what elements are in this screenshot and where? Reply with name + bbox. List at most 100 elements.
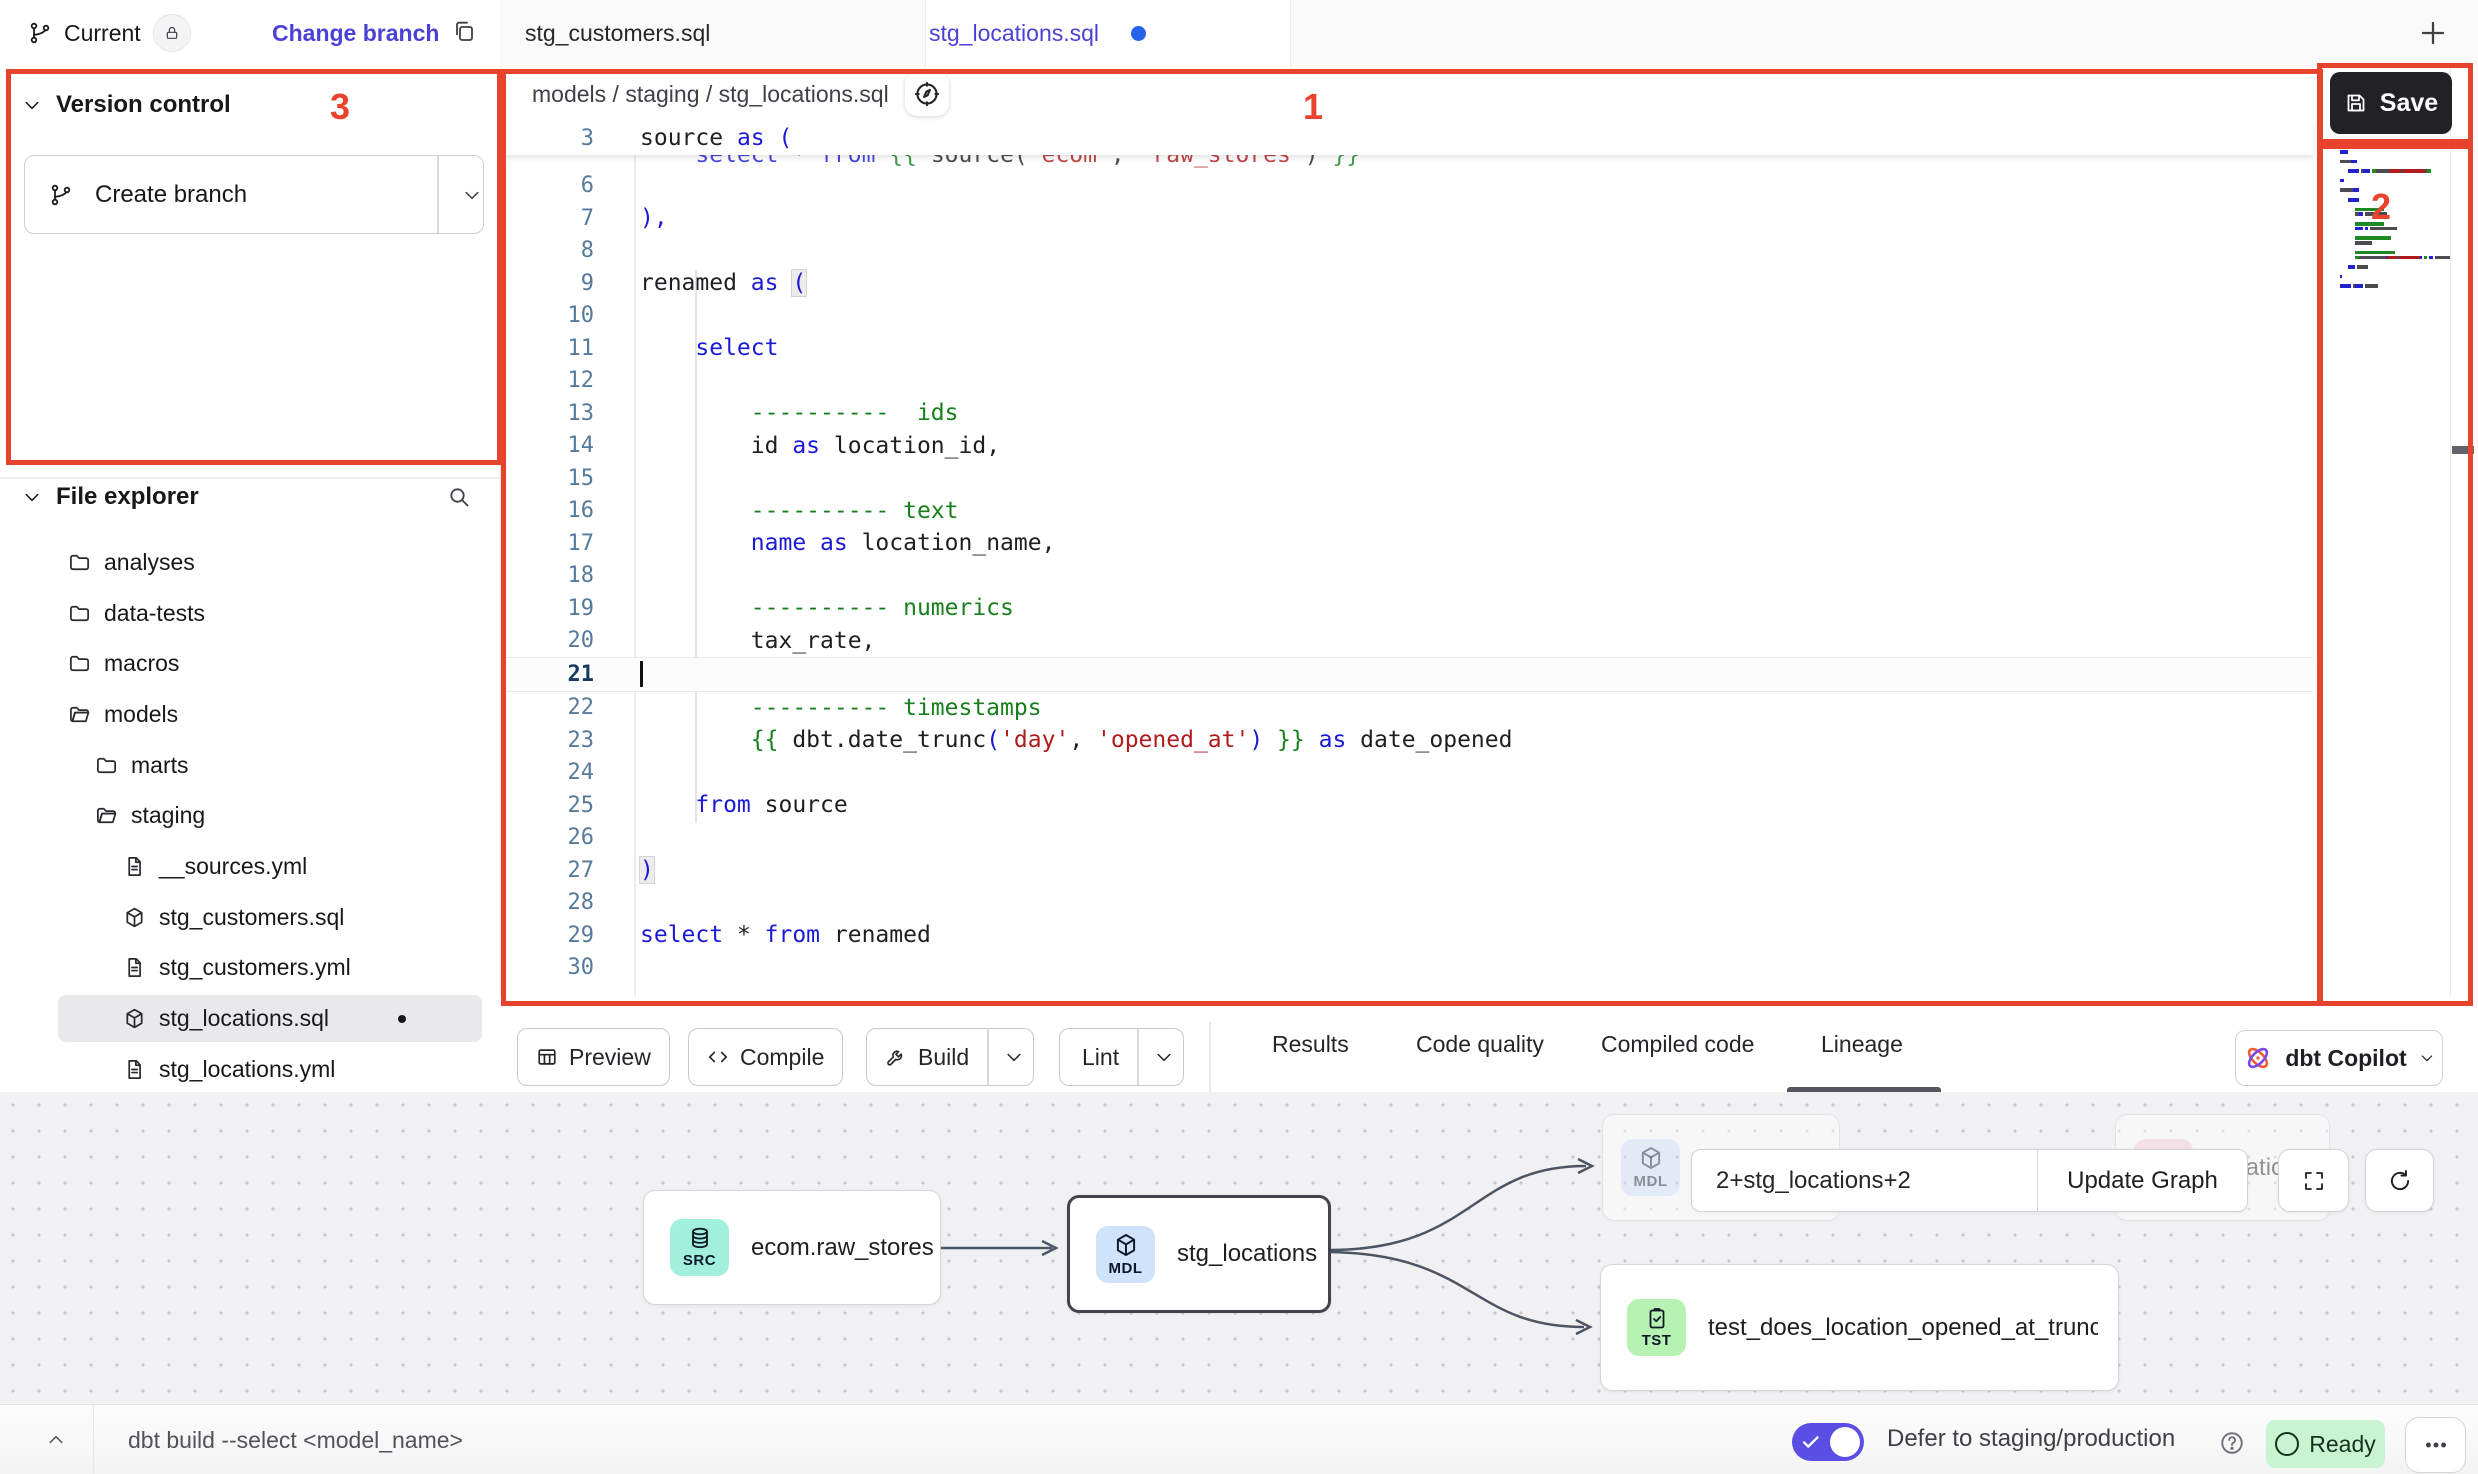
- code-line[interactable]: 20 tax_rate,: [502, 625, 2313, 658]
- lineage-node-stg-locations[interactable]: MDL stg_locations: [1067, 1195, 1331, 1313]
- code-area[interactable]: 3source as ( select * from {{ source('ec…: [502, 122, 2313, 996]
- code-line[interactable]: 27): [502, 854, 2313, 887]
- minimap[interactable]: [2313, 66, 2450, 996]
- file-explorer-item[interactable]: marts: [0, 740, 500, 791]
- command-bar-expand[interactable]: [18, 1405, 94, 1474]
- code-token: [640, 155, 695, 168]
- file-explorer-item[interactable]: stg_locations.yml: [0, 1044, 500, 1095]
- tab-lineage[interactable]: Lineage: [1821, 996, 1903, 1092]
- code-line[interactable]: 14 id as location_id,: [502, 430, 2313, 463]
- tab-strip-background: [1290, 0, 2478, 66]
- code-line[interactable]: 11 select: [502, 332, 2313, 365]
- command-input[interactable]: dbt build --select <model_name>: [128, 1405, 463, 1474]
- defer-toggle[interactable]: [1792, 1423, 1864, 1461]
- file-explorer-item[interactable]: stg_customers.sql: [0, 892, 500, 943]
- code-line[interactable]: 3source as (: [502, 122, 2313, 155]
- code-line[interactable]: 6: [502, 170, 2313, 203]
- current-branch-widget[interactable]: Current: [28, 0, 191, 66]
- create-branch-button[interactable]: Create branch: [24, 155, 484, 234]
- source-badge: SRC: [670, 1219, 729, 1276]
- refresh-button[interactable]: [2365, 1149, 2434, 1212]
- save-button[interactable]: Save: [2330, 72, 2452, 134]
- file-explorer-item[interactable]: data-tests: [0, 588, 500, 639]
- ready-status-badge[interactable]: Ready: [2266, 1420, 2385, 1468]
- file-explorer-item[interactable]: __sources.yml: [0, 841, 500, 892]
- build-dropdown[interactable]: [989, 1029, 1033, 1085]
- code-line[interactable]: 12: [502, 365, 2313, 398]
- code-line[interactable]: 28: [502, 887, 2313, 920]
- code-line[interactable]: 30: [502, 952, 2313, 985]
- file-explorer-header[interactable]: File explorer: [0, 474, 500, 520]
- top-bar: Current Change branch stg_customers.sql …: [0, 0, 2478, 67]
- code-line[interactable]: 17 name as location_name,: [502, 527, 2313, 560]
- tab-results[interactable]: Results: [1272, 996, 1349, 1092]
- code-line[interactable]: 23 {{ dbt.date_trunc('day', 'opened_at')…: [502, 724, 2313, 757]
- save-label: Save: [2380, 89, 2438, 118]
- tab-stg-customers-sql[interactable]: stg_customers.sql: [525, 0, 710, 66]
- code-line[interactable]: 22 ---------- timestamps: [502, 692, 2313, 725]
- code-editor[interactable]: models / staging / stg_locations.sql 3so…: [502, 66, 2313, 996]
- code-line[interactable]: 26: [502, 822, 2313, 855]
- code-token: [640, 595, 751, 621]
- new-tab-button[interactable]: [2412, 12, 2454, 54]
- code-line[interactable]: 16 ---------- text: [502, 495, 2313, 528]
- lint-dropdown[interactable]: [1139, 1029, 1183, 1085]
- lineage-node-ecom-raw-stores[interactable]: SRC ecom.raw_stores: [643, 1190, 941, 1305]
- copilot-compass-button[interactable]: [905, 72, 949, 116]
- change-branch-link[interactable]: Change branch: [272, 0, 439, 66]
- fullscreen-button[interactable]: [2278, 1149, 2349, 1212]
- copy-icon[interactable]: [452, 19, 476, 43]
- preview-button[interactable]: Preview: [517, 1028, 670, 1086]
- dbt-copilot-button[interactable]: dbt Copilot: [2235, 1030, 2443, 1086]
- help-icon[interactable]: [2219, 1430, 2245, 1456]
- file-explorer-item[interactable]: stg_customers.yml: [0, 943, 500, 994]
- file-explorer-item[interactable]: models: [0, 689, 500, 740]
- lineage-node-test[interactable]: TST test_does_location_opened_at_trunc_t…: [1600, 1264, 2119, 1391]
- code-line[interactable]: 19 ---------- numerics: [502, 592, 2313, 625]
- file-explorer-item[interactable]: macros: [0, 638, 500, 689]
- code-line[interactable]: 13 ---------- ids: [502, 397, 2313, 430]
- toolbar-separator: [1209, 1022, 1211, 1092]
- unsaved-dot-icon: [1131, 26, 1146, 41]
- lint-button[interactable]: Lint: [1059, 1028, 1184, 1086]
- minimap-line: [2340, 160, 2357, 164]
- file-explorer-item[interactable]: analyses: [0, 537, 500, 588]
- line-number: 11: [502, 336, 634, 361]
- lineage-selector-input[interactable]: 2+stg_locations+2: [1692, 1167, 2037, 1195]
- build-label: Build: [918, 1044, 969, 1071]
- line-number: 17: [502, 531, 634, 556]
- scrollbar-thumb[interactable]: [2452, 446, 2474, 454]
- code-line[interactable]: 29select * from renamed: [502, 919, 2313, 952]
- compile-button[interactable]: Compile: [688, 1028, 843, 1086]
- code-icon: [707, 1046, 729, 1068]
- code-line[interactable]: 18: [502, 560, 2313, 593]
- create-branch-dropdown[interactable]: [449, 156, 495, 233]
- search-icon[interactable]: [447, 485, 471, 509]
- code-line[interactable]: 8: [502, 235, 2313, 268]
- plus-icon: [2418, 18, 2448, 48]
- tab-code-quality[interactable]: Code quality: [1416, 996, 1544, 1092]
- lineage-canvas[interactable]: MDL locations locations SRC ecom.raw_sto…: [0, 1092, 2478, 1404]
- code-token: [1305, 727, 1319, 753]
- git-branch-icon: [28, 21, 52, 45]
- more-options-button[interactable]: [2405, 1417, 2466, 1473]
- check-icon: [1800, 1431, 1822, 1453]
- tab-compiled-code[interactable]: Compiled code: [1601, 996, 1754, 1092]
- file-explorer-item[interactable]: stg_locations.sql: [0, 993, 500, 1044]
- folder-open-icon: [68, 703, 91, 726]
- version-control-header[interactable]: Version control: [0, 82, 500, 128]
- code-line[interactable]: 9renamed as (: [502, 267, 2313, 300]
- code-line[interactable]: select * from {{ source('ecom', 'raw_sto…: [502, 155, 2313, 170]
- update-graph-button[interactable]: Update Graph: [2037, 1150, 2247, 1211]
- code-line[interactable]: 10: [502, 300, 2313, 333]
- code-line[interactable]: 25 from source: [502, 789, 2313, 822]
- file-explorer-item[interactable]: staging: [0, 790, 500, 841]
- code-line[interactable]: 15: [502, 462, 2313, 495]
- chevron-down-icon: [1004, 1047, 1024, 1067]
- build-button[interactable]: Build: [866, 1028, 1034, 1086]
- code-line[interactable]: 21: [502, 657, 2313, 692]
- tab-stg-locations-sql[interactable]: stg_locations.sql: [929, 0, 1146, 66]
- code-line[interactable]: 7),: [502, 202, 2313, 235]
- code-line[interactable]: 24: [502, 757, 2313, 790]
- preview-label: Preview: [569, 1044, 651, 1071]
